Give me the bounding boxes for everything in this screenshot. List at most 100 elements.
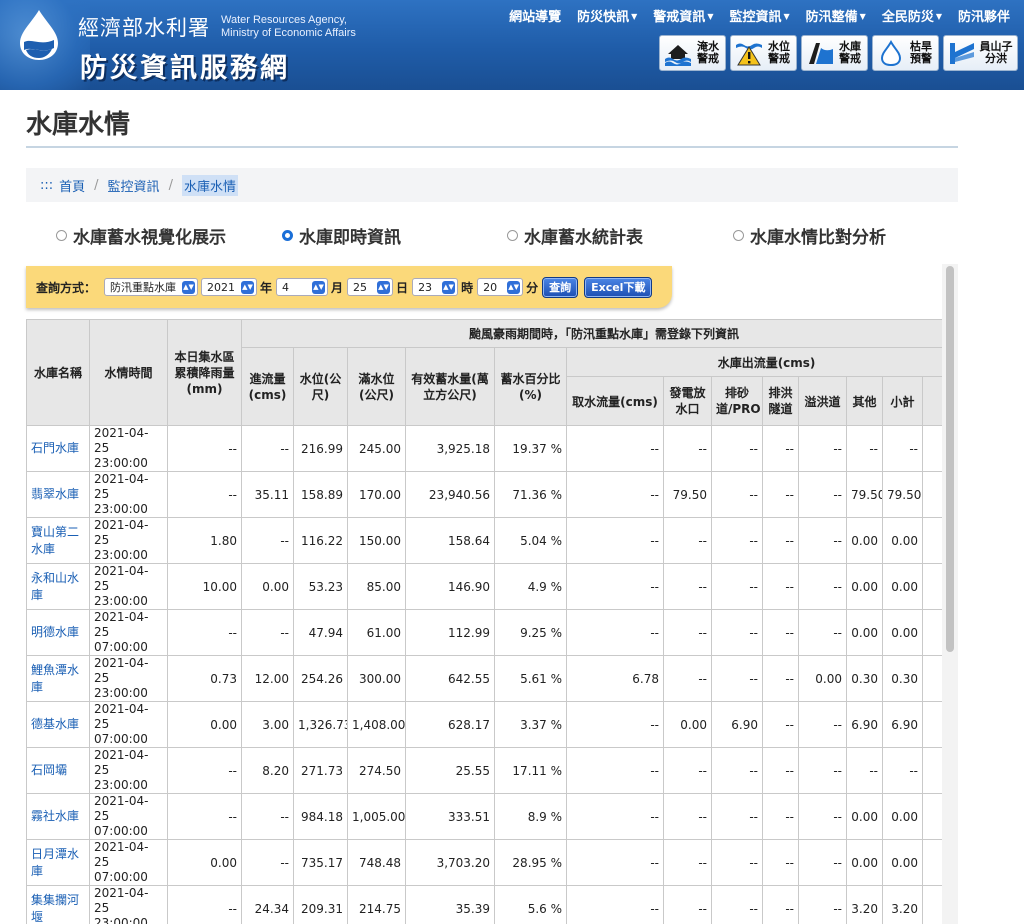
radio-unchecked[interactable]: [733, 230, 744, 241]
power-cell: --: [663, 655, 712, 702]
reservoir-link[interactable]: 寶山第二水庫: [31, 525, 79, 556]
reservoir-name-cell[interactable]: 寶山第二水庫: [26, 517, 90, 564]
rain-cell: 0.00: [167, 701, 242, 748]
table-row: 寶山第二水庫 2021-04-25 23:00:00 1.80 -- 116.22 150.…: [26, 517, 942, 564]
reservoir-name-cell[interactable]: 集集攔河堰: [26, 885, 90, 924]
page-title: 水庫水情: [26, 110, 131, 140]
reservoir-warning-button[interactable]: 水庫 警戒: [801, 35, 868, 71]
inflow-cell: --: [241, 425, 294, 472]
tunnel-cell: --: [762, 747, 799, 794]
flood-diversion-button[interactable]: 員山子 分洪: [943, 35, 1018, 71]
reservoir-link[interactable]: 石岡壩: [31, 763, 67, 777]
site-title[interactable]: 防災資訊服務網: [80, 46, 290, 85]
breadcrumb-home[interactable]: 首頁: [59, 176, 85, 195]
month-select[interactable]: 4 ▲▼: [276, 278, 329, 296]
sub-cell: 0.00: [882, 517, 923, 564]
mode-label: 水庫即時資訊: [299, 228, 401, 248]
reservoir-link[interactable]: 永和山水庫: [31, 571, 79, 602]
day-select[interactable]: 25 ▲▼: [347, 278, 394, 296]
power-cell: --: [663, 609, 712, 656]
rain-cell: 1.80: [167, 517, 242, 564]
reservoir-name-cell[interactable]: 石門水庫: [26, 425, 90, 472]
reservoir-name-cell[interactable]: 石岡壩: [26, 747, 90, 794]
rain-cell: 0.00: [167, 839, 242, 886]
water-level-warning-button[interactable]: 水位 警戒: [730, 35, 797, 71]
reservoir-name-cell[interactable]: 日月潭水庫: [26, 839, 90, 886]
reservoir-name-cell[interactable]: 永和山水庫: [26, 563, 90, 610]
table-row: 石門水庫 2021-04-25 23:00:00 -- -- 216.99 245.00 3,…: [26, 425, 942, 472]
search-button[interactable]: 查詢: [542, 276, 579, 298]
breadcrumb-monitoring[interactable]: 監控資訊: [108, 176, 160, 195]
sub-cell: 3.20: [882, 885, 923, 924]
nav-public-disaster[interactable]: 全民防災 ▼: [874, 6, 950, 25]
percent-cell: 5.61 %: [494, 655, 567, 702]
alert-shortcuts: 淹水 警戒 水位 警戒 水庫 警戒 枯旱 預警 員山子 分洪: [659, 35, 1018, 71]
percent-cell: 5.04 %: [494, 517, 567, 564]
hour-select[interactable]: 23 ▲▼: [412, 278, 459, 296]
sub-cell: 0.00: [882, 839, 923, 886]
reservoir-link[interactable]: 霧社水庫: [31, 809, 79, 823]
breadcrumb-separator: /: [94, 177, 99, 193]
other-cell: 79.50: [846, 471, 883, 518]
flood-warning-button[interactable]: 淹水 警戒: [659, 35, 726, 71]
chevron-down-icon: ▼: [631, 11, 638, 21]
radio-unchecked[interactable]: [56, 230, 67, 241]
spill-cell: --: [798, 701, 847, 748]
col-header-subtotal: 小計: [882, 376, 923, 426]
mode-realtime[interactable]: 水庫即時資訊: [282, 223, 401, 248]
nav-flood-partners[interactable]: 防汛夥伴: [950, 6, 1018, 25]
reservoir-link[interactable]: 鯉魚潭水庫: [31, 663, 79, 694]
agency-en-line2: Ministry of Economic Affairs: [221, 27, 356, 39]
sand-cell: --: [711, 885, 763, 924]
inflow-cell: --: [241, 839, 294, 886]
sand-cell: --: [711, 655, 763, 702]
col-header-other: 其他: [846, 376, 883, 426]
reservoir-link[interactable]: 日月潭水庫: [31, 847, 79, 878]
mode-comparison[interactable]: 水庫水情比對分析: [733, 223, 886, 248]
level-cell: 735.17: [293, 839, 348, 886]
drought-warning-button[interactable]: 枯旱 預警: [872, 35, 939, 71]
minute-select[interactable]: 20 ▲▼: [477, 278, 524, 296]
reservoir-name-cell[interactable]: 霧社水庫: [26, 793, 90, 840]
tunnel-cell: --: [762, 563, 799, 610]
nav-warning-info[interactable]: 警戒資訊 ▼: [645, 6, 721, 25]
minute-unit: 分: [526, 280, 539, 295]
reservoir-table-body: 石門水庫 2021-04-25 23:00:00 -- -- 216.99 245.00 3,…: [26, 425, 942, 924]
reservoir-name-cell[interactable]: 翡翠水庫: [26, 471, 90, 518]
tunnel-cell: --: [762, 425, 799, 472]
nav-site-map[interactable]: 網站導覽: [501, 6, 569, 25]
radio-unchecked[interactable]: [507, 230, 518, 241]
year-select[interactable]: 2021 ▲▼: [201, 278, 258, 296]
percent-cell: 5.6 %: [494, 885, 567, 924]
flood-diversion-icon: [950, 43, 974, 64]
reservoir-link[interactable]: 翡翠水庫: [31, 487, 79, 501]
water-drop-logo-icon[interactable]: [14, 8, 64, 62]
nav-monitoring-info[interactable]: 監控資訊 ▼: [721, 6, 797, 25]
query-type-select[interactable]: 防汛重點水庫 ▲▼: [104, 278, 199, 296]
mode-statistics[interactable]: 水庫蓄水統計表: [507, 223, 643, 248]
month-unit: 月: [331, 280, 344, 295]
table-row: 石岡壩 2021-04-25 23:00:00 -- 8.20 271.73 274.50 2…: [26, 747, 942, 794]
reservoir-name-cell[interactable]: 鯉魚潭水庫: [26, 655, 90, 702]
mode-visualization[interactable]: 水庫蓄水視覺化展示: [56, 223, 226, 248]
scrollbar-thumb[interactable]: [946, 266, 954, 652]
reservoir-name-cell[interactable]: 德基水庫: [26, 701, 90, 748]
reservoir-link[interactable]: 集集攔河堰: [31, 893, 79, 924]
excel-download-button[interactable]: Excel下載: [584, 276, 653, 298]
nav-disaster-news[interactable]: 防災快訊 ▼: [569, 6, 645, 25]
tunnel-cell: --: [762, 609, 799, 656]
truncated-cell: [921, 471, 942, 518]
reservoir-link[interactable]: 明德水庫: [31, 625, 79, 639]
rain-cell: --: [167, 425, 242, 472]
page-scrollbar[interactable]: [942, 264, 958, 924]
nav-flood-prep[interactable]: 防汛整備 ▼: [798, 6, 874, 25]
reservoir-name-cell[interactable]: 明德水庫: [26, 609, 90, 656]
title-divider: [26, 146, 958, 148]
tunnel-cell: --: [762, 885, 799, 924]
reservoir-link[interactable]: 石門水庫: [31, 441, 79, 455]
intake-cell: 6.78: [566, 655, 664, 702]
reservoir-link[interactable]: 德基水庫: [31, 717, 79, 731]
radio-checked[interactable]: [282, 230, 293, 241]
breadcrumb-accesskey[interactable]: :::: [40, 178, 53, 193]
time-cell: 2021-04-25 23:00:00: [89, 885, 168, 924]
